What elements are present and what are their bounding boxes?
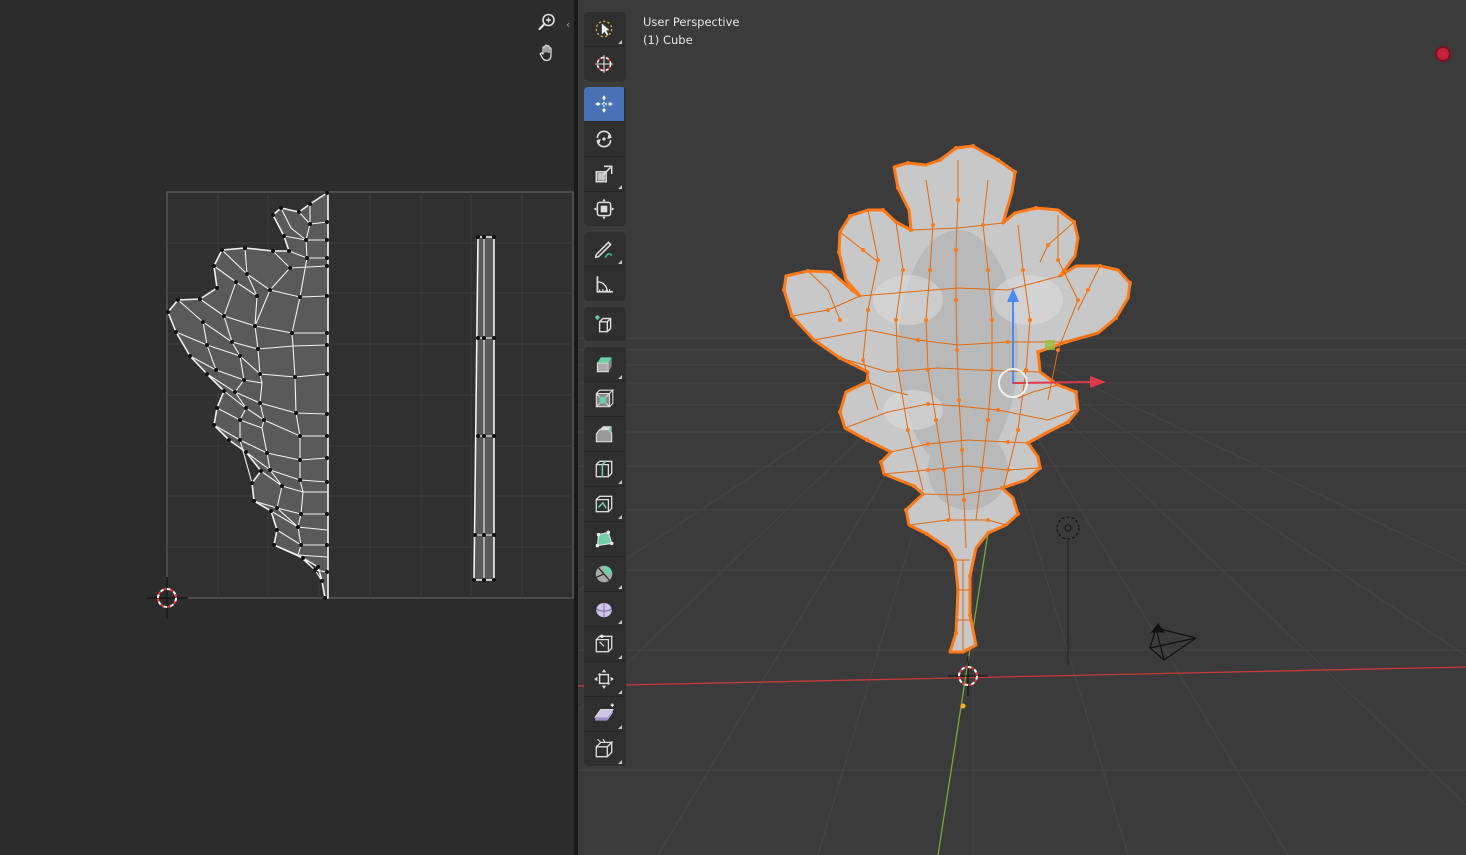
record-button[interactable] bbox=[1435, 46, 1451, 62]
select-box-icon bbox=[595, 20, 613, 38]
transform-icon bbox=[593, 198, 615, 220]
cursor-icon bbox=[595, 55, 613, 73]
poly-build-icon bbox=[595, 530, 614, 548]
smooth-icon bbox=[595, 602, 613, 618]
add-cube-icon bbox=[595, 315, 612, 333]
active-object-label: (1) Cube bbox=[643, 33, 693, 47]
knife-tool-button[interactable] bbox=[584, 487, 624, 522]
3d-cursor-icon bbox=[948, 656, 988, 709]
3d-viewport[interactable]: User Perspective (1) Cube bbox=[578, 0, 1466, 855]
viewport-info: User Perspective (1) Cube bbox=[643, 13, 739, 49]
move-icon bbox=[595, 95, 613, 113]
scale-tool-button[interactable] bbox=[584, 157, 624, 192]
spin-icon bbox=[595, 565, 613, 583]
shrink-fatten-tool-button[interactable] bbox=[584, 662, 624, 697]
edge-slide-icon bbox=[595, 634, 613, 653]
shrink-fatten-icon bbox=[594, 669, 614, 689]
view-name: User Perspective bbox=[643, 15, 740, 29]
shear-icon bbox=[594, 703, 614, 721]
rip-region-tool-button[interactable] bbox=[584, 732, 624, 766]
rotate-tool-button[interactable] bbox=[584, 122, 624, 157]
add-cube-tool-button[interactable] bbox=[584, 307, 624, 341]
edge-slide-tool-button[interactable] bbox=[584, 627, 624, 662]
blender-window: ‹ User Perspective (1) Cube bbox=[0, 0, 1466, 855]
knife-icon bbox=[595, 495, 613, 513]
zoom-icon bbox=[538, 13, 555, 31]
loop-cut-icon bbox=[595, 460, 613, 478]
transform-tool-button[interactable] bbox=[584, 192, 624, 226]
loop-cut-tool-button[interactable] bbox=[584, 452, 624, 487]
uv-zoom-button[interactable] bbox=[537, 12, 565, 40]
viewport-canvas[interactable] bbox=[578, 0, 1466, 855]
uv-pan-button[interactable] bbox=[537, 43, 565, 71]
shear-tool-button[interactable] bbox=[584, 697, 624, 732]
tool-group-3 bbox=[584, 232, 626, 301]
scale-icon bbox=[595, 165, 613, 183]
inset-tool-button[interactable] bbox=[584, 382, 624, 417]
tool-shelf bbox=[584, 12, 626, 772]
annotate-tool-button[interactable] bbox=[584, 232, 624, 267]
light-object-icon[interactable] bbox=[1056, 516, 1080, 665]
poly-build-tool-button[interactable] bbox=[584, 522, 624, 557]
measure-icon bbox=[596, 276, 613, 293]
spin-tool-button[interactable] bbox=[584, 557, 624, 592]
tool-group-1 bbox=[584, 12, 626, 81]
leaf-mesh[interactable] bbox=[782, 144, 1132, 654]
cursor-tool-button[interactable] bbox=[584, 47, 624, 81]
move-tool-button[interactable] bbox=[584, 87, 624, 122]
uv-editor[interactable]: ‹ bbox=[0, 0, 574, 855]
select-box-tool-button[interactable] bbox=[584, 12, 624, 47]
rip-region-icon bbox=[595, 738, 614, 758]
hand-pan-icon bbox=[539, 44, 552, 62]
camera-object-icon[interactable] bbox=[1148, 623, 1197, 661]
toolbar-collapse-toggle[interactable]: ‹ bbox=[566, 18, 570, 31]
rotate-icon bbox=[596, 130, 612, 148]
smooth-tool-button[interactable] bbox=[584, 592, 624, 627]
tool-group-2 bbox=[584, 87, 626, 226]
annotate-icon bbox=[594, 241, 613, 259]
extrude-tool-button[interactable] bbox=[584, 347, 624, 382]
tool-group-5 bbox=[584, 347, 626, 766]
inset-icon bbox=[595, 388, 615, 408]
bevel-tool-button[interactable] bbox=[584, 417, 624, 452]
uv-canvas[interactable] bbox=[0, 0, 574, 855]
tool-group-4 bbox=[584, 307, 626, 341]
measure-tool-button[interactable] bbox=[584, 267, 624, 301]
extrude-icon bbox=[596, 357, 612, 373]
bevel-icon bbox=[595, 426, 613, 443]
